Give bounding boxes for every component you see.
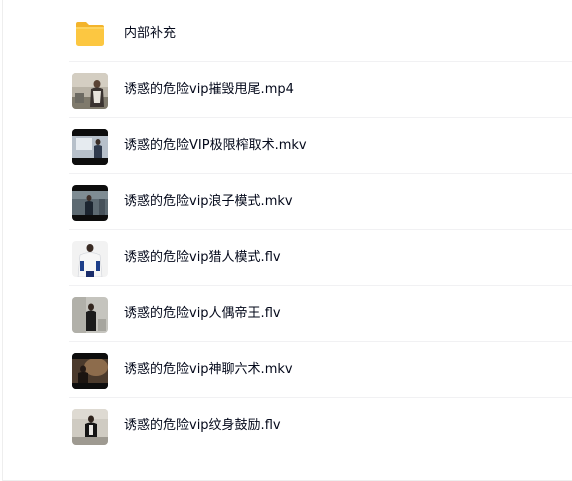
file-row-video[interactable]: 诱惑的危险VIP极限榨取术.mkv (69, 118, 572, 174)
file-row-video[interactable]: 诱惑的危险vip摧毁甩尾.mp4 (69, 62, 572, 118)
file-row-video[interactable]: 诱惑的危险vip纹身鼓励.flv (69, 398, 572, 454)
file-row-folder[interactable]: 内部补充 (69, 6, 572, 62)
file-row-video[interactable]: 诱惑的危险vip人偶帝王.flv (69, 286, 572, 342)
file-name: 内部补充 (124, 26, 177, 41)
file-name: 诱惑的危险vip摧毁甩尾.mp4 (124, 82, 294, 97)
file-list-panel: 内部补充 诱惑的危险vip摧毁甩尾.mp4 诱惑的危险VIP极限榨取术.mkv … (2, 0, 572, 481)
file-name: 诱惑的危险vip纹身鼓励.flv (124, 418, 281, 433)
file-row-video[interactable]: 诱惑的危险vip浪子模式.mkv (69, 174, 572, 230)
video-thumbnail (72, 241, 108, 277)
file-name: 诱惑的危险vip人偶帝王.flv (124, 306, 281, 321)
file-row-video[interactable]: 诱惑的危险vip神聊六术.mkv (69, 342, 572, 398)
video-thumbnail (72, 129, 108, 165)
file-name: 诱惑的危险vip神聊六术.mkv (124, 362, 293, 377)
video-thumbnail (72, 297, 108, 333)
video-thumbnail (72, 185, 108, 221)
file-row-video[interactable]: 诱惑的危险vip猎人模式.flv (69, 230, 572, 286)
file-list: 内部补充 诱惑的危险vip摧毁甩尾.mp4 诱惑的危险VIP极限榨取术.mkv … (69, 6, 572, 454)
folder-icon (73, 19, 107, 49)
video-thumbnail (72, 73, 108, 109)
video-thumbnail (72, 353, 108, 389)
video-thumbnail (72, 409, 108, 445)
file-name: 诱惑的危险vip浪子模式.mkv (124, 194, 293, 209)
file-name: 诱惑的危险vip猎人模式.flv (124, 250, 281, 265)
file-name: 诱惑的危险VIP极限榨取术.mkv (124, 138, 307, 153)
